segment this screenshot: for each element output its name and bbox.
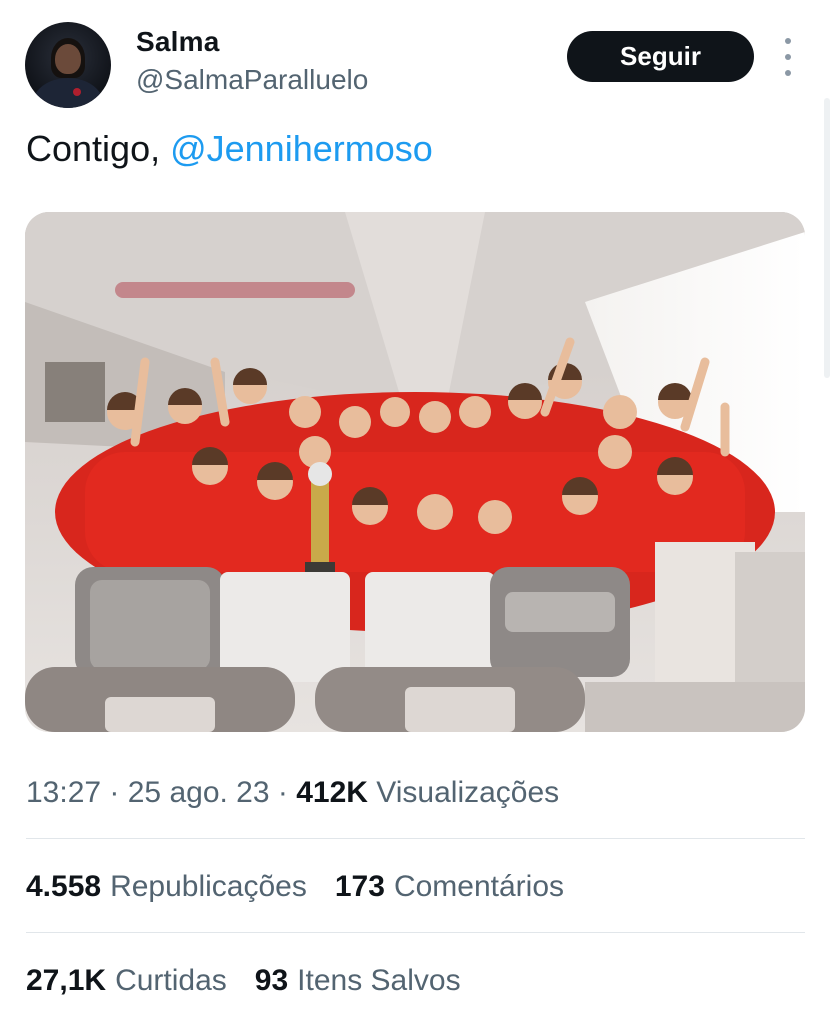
mention-link[interactable]: @Jennihermoso <box>170 128 433 169</box>
avatar-shoulders <box>33 78 103 108</box>
tweet-text: Contigo, @Jennihermoso <box>26 128 433 170</box>
divider <box>26 838 805 839</box>
tweet-meta: 13:27 · 25 ago. 23 · 412K Visualizações <box>26 776 559 810</box>
more-dot <box>785 54 791 60</box>
user-handle[interactable]: @SalmaParalluelo <box>136 64 368 96</box>
photo-illustration <box>25 212 805 732</box>
meta-separator: · <box>101 776 128 809</box>
divider <box>26 932 805 933</box>
scrollbar[interactable] <box>824 98 830 378</box>
tweet-date[interactable]: 25 ago. 23 <box>128 776 270 809</box>
more-vertical-icon[interactable] <box>776 38 800 76</box>
stats-row-likes: 27,1K Curtidas 93 Itens Salvos <box>26 964 461 998</box>
saves-count: 93 <box>254 964 289 997</box>
avatar-face <box>55 44 81 74</box>
likes-label: Curtidas <box>115 964 227 997</box>
more-dot <box>785 38 791 44</box>
views-label: Visualizações <box>376 776 560 809</box>
meta-separator: · <box>269 776 297 809</box>
tweet: Salma @SalmaParalluelo Seguir Contigo, @… <box>0 0 830 1024</box>
tweet-time[interactable]: 13:27 <box>26 776 101 809</box>
saves-stat[interactable]: 93 Itens Salvos <box>255 964 461 998</box>
reposts-count: 4.558 <box>26 870 102 903</box>
more-dot <box>785 70 791 76</box>
comments-count: 173 <box>334 870 385 903</box>
likes-stat[interactable]: 27,1K Curtidas <box>26 964 227 998</box>
saves-label: Itens Salvos <box>297 964 461 997</box>
comments-stat[interactable]: 173 Comentários <box>335 870 564 904</box>
avatar[interactable] <box>25 22 111 108</box>
tweet-photo[interactable] <box>25 212 805 732</box>
follow-button[interactable]: Seguir <box>567 31 754 82</box>
likes-count: 27,1K <box>26 964 107 997</box>
comments-label: Comentários <box>393 870 565 903</box>
display-name[interactable]: Salma <box>136 26 220 58</box>
tweet-text-prefix: Contigo, <box>26 128 171 169</box>
avatar-crest <box>73 88 81 96</box>
stats-row-reposts: 4.558 Republicações 173 Comentários <box>26 870 564 904</box>
views-count: 412K <box>296 776 368 809</box>
reposts-label: Republicações <box>110 870 307 903</box>
reposts-stat[interactable]: 4.558 Republicações <box>26 870 307 904</box>
